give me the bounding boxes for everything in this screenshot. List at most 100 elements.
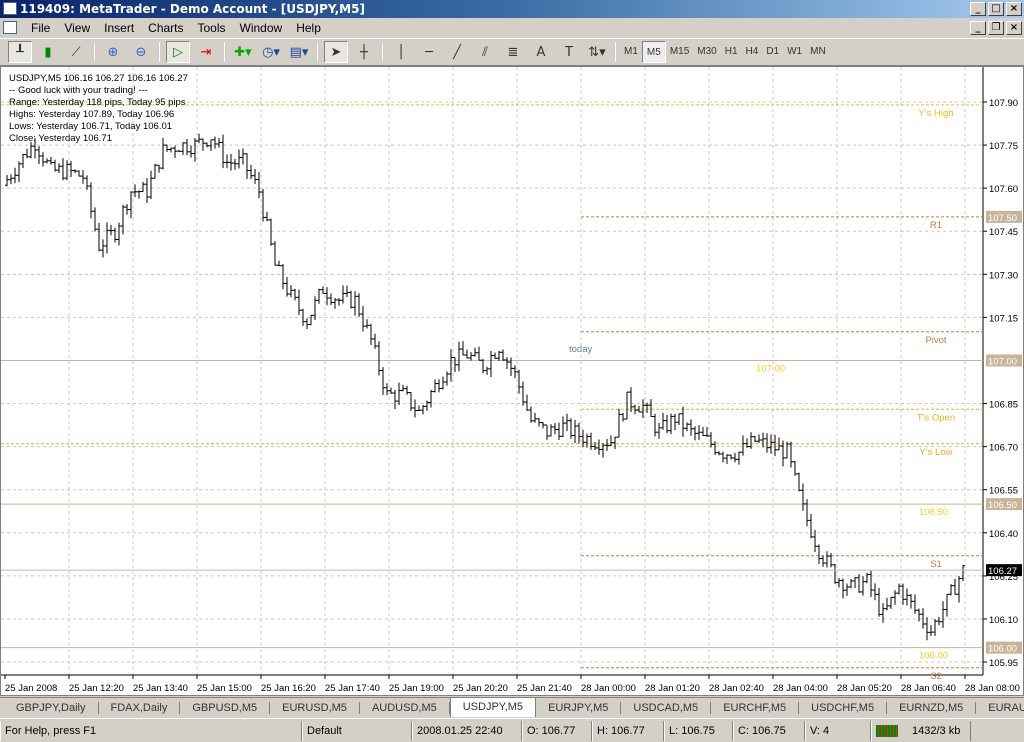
chart-tab[interactable]: EURAUD,M5 — [976, 702, 1024, 714]
info-greeting: -- Good luck with your trading! --- — [9, 85, 148, 96]
menu-file[interactable]: File — [24, 21, 57, 35]
vertical-line-icon[interactable]: │ — [389, 41, 413, 63]
fibonacci-icon[interactable]: ≣ — [501, 41, 525, 63]
zoom-out-icon[interactable]: ⊖ — [129, 41, 153, 63]
pivot-level-label: S2 — [930, 671, 942, 682]
status-open: O: 106.77 — [522, 720, 592, 741]
time-label: 28 Jan 01:20 — [645, 683, 700, 694]
price-tag-label: 106.00 — [988, 644, 1017, 655]
chart-tab[interactable]: GBPUSD,M5 — [180, 701, 271, 714]
round-level-label: 106.50 — [919, 507, 948, 518]
time-label: 25 Jan 13:40 — [133, 683, 188, 694]
time-label: 28 Jan 04:00 — [773, 683, 828, 694]
menu-tools[interactable]: Tools — [191, 21, 233, 35]
pivot-level-label: R1 — [930, 220, 942, 231]
close-button[interactable]: × — [1006, 2, 1022, 16]
timeframe-m5[interactable]: M5 — [641, 41, 666, 63]
crosshair-icon[interactable]: ┼ — [352, 41, 376, 63]
horizontal-line-icon[interactable]: ─ — [417, 41, 441, 63]
templates-icon[interactable]: ▤▾ — [287, 41, 311, 63]
chart-tab[interactable]: GBPJPY,Daily — [4, 701, 99, 714]
menu-window[interactable]: Window — [233, 21, 290, 35]
status-time: 2008.01.25 22:40 — [412, 720, 522, 741]
price-chart[interactable]: 25 Jan 2008 25 Jan 12:20 25 Jan 13:40 25 Ja… — [0, 66, 1024, 696]
child-minimize-button[interactable]: _ — [970, 21, 986, 35]
chart-tab[interactable]: USDCHF,M5 — [799, 701, 888, 714]
text-icon[interactable]: A — [529, 41, 553, 63]
time-label: 28 Jan 02:40 — [709, 683, 764, 694]
price-label: 106.70 — [989, 443, 1018, 454]
chart-tab[interactable]: AUDUSD,M5 — [360, 701, 450, 714]
status-low: L: 106.75 — [664, 720, 733, 741]
timeframe-h1[interactable]: H1 — [721, 41, 742, 63]
price-label: 107.45 — [989, 227, 1018, 238]
price-tag-label: 107.50 — [988, 213, 1017, 224]
chart-tab[interactable]: EURJPY,M5 — [536, 701, 622, 714]
price-tag-label: 107.00 — [988, 356, 1017, 367]
price-label: 106.55 — [989, 486, 1018, 497]
minimize-button[interactable]: _ — [970, 2, 986, 16]
price-label: 106.85 — [989, 400, 1018, 411]
status-high: H: 106.77 — [592, 720, 664, 741]
chart-shift-icon[interactable]: ⇥ — [194, 41, 218, 63]
price-label: 107.75 — [989, 141, 1018, 152]
text-label-icon[interactable]: T — [557, 41, 581, 63]
title-bar: 119409: MetaTrader - Demo Account - [USD… — [0, 0, 1024, 18]
status-profile: Default — [302, 720, 412, 741]
info-symbol: USDJPY,M5 106.16 106.27 106.16 106.27 — [9, 73, 188, 84]
time-label: 28 Jan 05:20 — [837, 683, 892, 694]
timeframe-d1[interactable]: D1 — [762, 41, 783, 63]
time-label: 25 Jan 15:00 — [197, 683, 252, 694]
menu-view[interactable]: View — [57, 21, 97, 35]
info-highs: Highs: Yesterday 107.89, Today 106.96 — [9, 109, 175, 120]
bar-chart-icon[interactable]: ┸ — [8, 41, 32, 63]
child-close-button[interactable]: × — [1006, 21, 1022, 35]
time-label: 25 Jan 12:20 — [69, 683, 124, 694]
chart-tab[interactable]: EURCHF,M5 — [711, 701, 800, 714]
menu-help[interactable]: Help — [289, 21, 328, 35]
connection-icon — [876, 724, 898, 737]
chart-tab[interactable]: EURUSD,M5 — [270, 701, 360, 714]
menu-charts[interactable]: Charts — [141, 21, 190, 35]
status-connection: 1432/3 kb — [871, 720, 971, 741]
price-label: 106.10 — [989, 615, 1018, 626]
status-close: C: 106.75 — [733, 720, 805, 741]
chart-tab[interactable]: USDJPY,M5 — [449, 698, 537, 717]
chart-info: USDJPY,M5 106.16 106.27 106.16 106.27 --… — [9, 73, 188, 145]
chart-tab[interactable]: USDCAD,M5 — [621, 701, 712, 714]
zoom-in-icon[interactable]: ⊕ — [101, 41, 125, 63]
timeframe-mn[interactable]: MN — [806, 41, 830, 63]
line-chart-icon[interactable]: ⟋ — [64, 41, 88, 63]
time-label: 25 Jan 19:00 — [389, 683, 444, 694]
new-order-icon[interactable]: ✚▾ — [231, 41, 255, 63]
maximize-button[interactable]: □ — [988, 2, 1004, 16]
toolbar: ┸ ▮ ⟋ ⊕ ⊖ ▷ ⇥ ✚▾ ◷▾ ▤▾ ➤ ┼ │ ─ ╱ ⫽ ≣ A T… — [0, 38, 1024, 66]
timeframe-h4[interactable]: H4 — [742, 41, 763, 63]
equidistant-channel-icon[interactable]: ⫽ — [473, 41, 497, 63]
menu-insert[interactable]: Insert — [97, 21, 141, 35]
time-label: 25 Jan 17:40 — [325, 683, 380, 694]
child-restore-button[interactable]: ❐ — [988, 21, 1004, 35]
candlestick-icon[interactable]: ▮ — [36, 41, 60, 63]
auto-scroll-icon[interactable]: ▷ — [166, 41, 190, 63]
time-label: 28 Jan 00:00 — [581, 683, 636, 694]
price-tag-label: 106.50 — [988, 500, 1017, 511]
timeframe-w1[interactable]: W1 — [783, 41, 806, 63]
timeframe-m30[interactable]: M30 — [693, 41, 720, 63]
pivot-level-label: Pivot — [925, 335, 946, 346]
timeframe-m15[interactable]: M15 — [666, 41, 693, 63]
time-label: 25 Jan 2008 — [5, 683, 57, 694]
chart-tab[interactable]: FDAX,Daily — [99, 701, 181, 714]
trendline-icon[interactable]: ╱ — [445, 41, 469, 63]
chart-tab[interactable]: EURNZD,M5 — [887, 701, 977, 714]
cursor-icon[interactable]: ➤ — [324, 41, 348, 63]
info-close: Close: Yesterday 106.71 — [9, 133, 112, 144]
app-icon — [3, 2, 17, 15]
timeframe-m1[interactable]: M1 — [620, 41, 642, 63]
round-level-label: 107.00 — [756, 363, 785, 374]
price-label: 106.40 — [989, 529, 1018, 540]
arrows-icon[interactable]: ⇅▾ — [585, 41, 609, 63]
time-label: 25 Jan 21:40 — [517, 683, 572, 694]
periods-icon[interactable]: ◷▾ — [259, 41, 283, 63]
info-range: Range: Yesterday 118 pips, Today 95 pips — [9, 97, 186, 108]
